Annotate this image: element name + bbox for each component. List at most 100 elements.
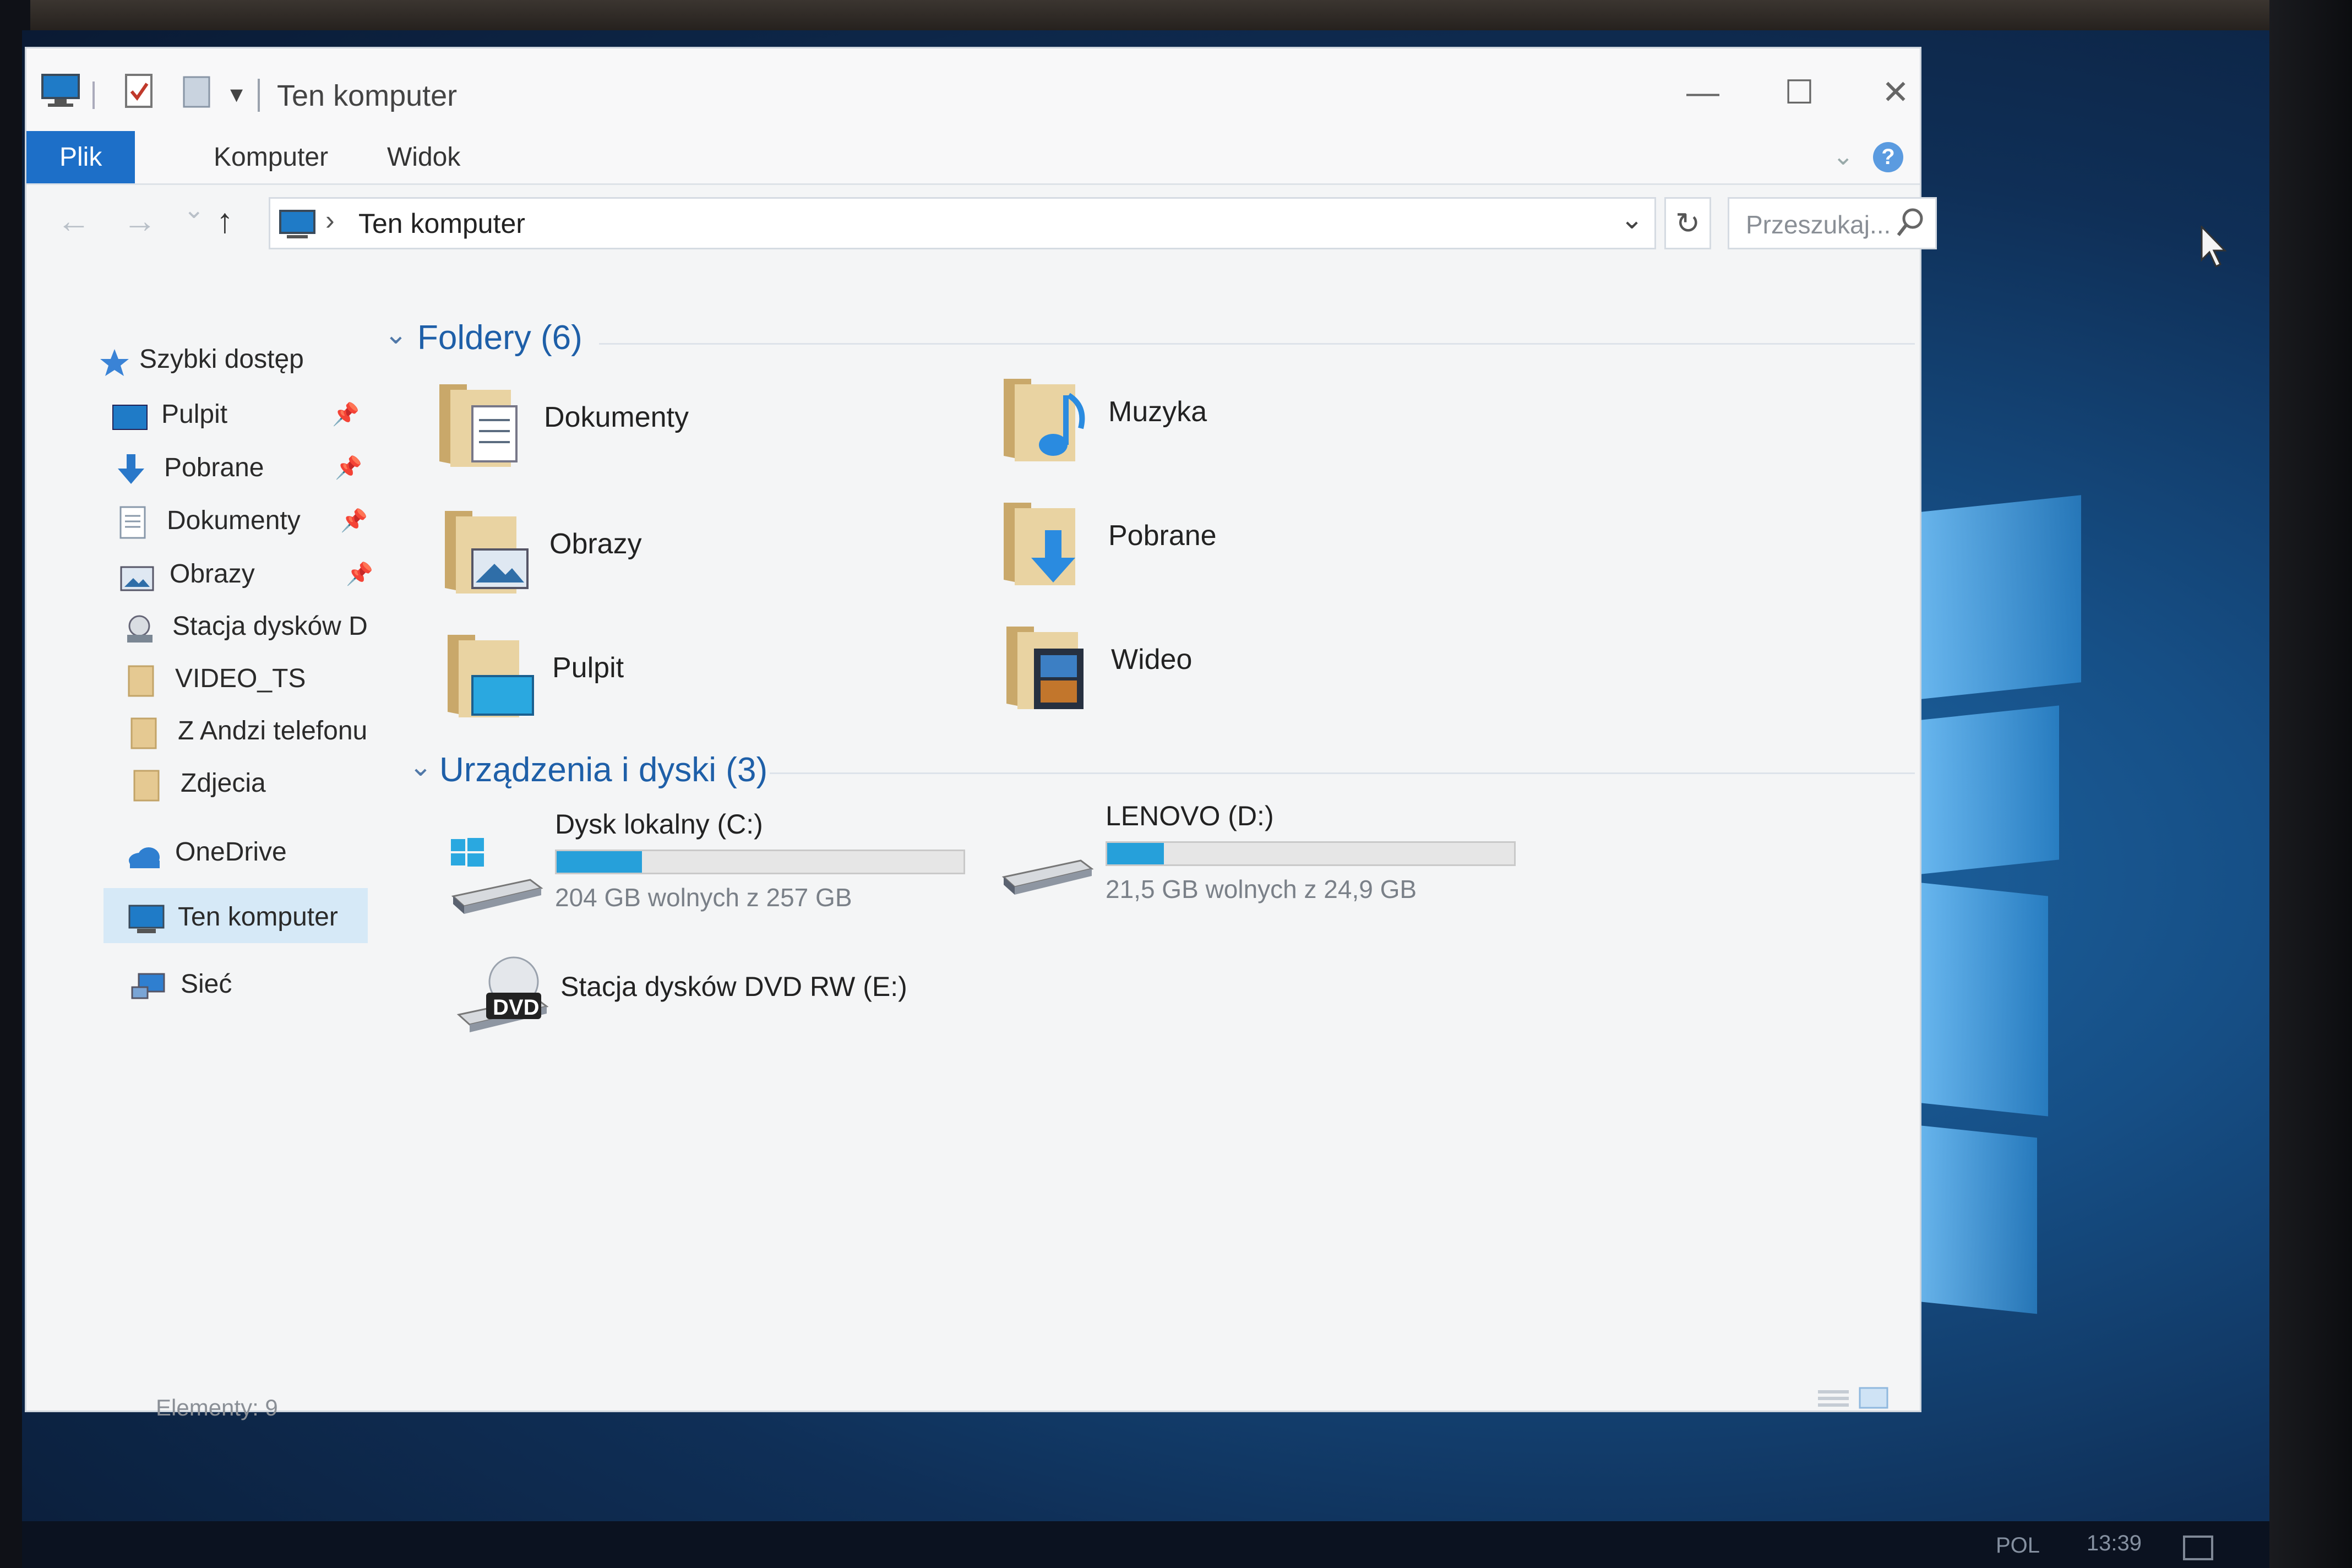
- folder-tile-pulpit[interactable]: Pulpit: [442, 624, 965, 734]
- tab-plik[interactable]: Plik: [26, 131, 135, 183]
- ribbon-tabs: Plik Komputer Widok ⌄ ?: [26, 131, 1920, 185]
- sidebar-item-dokumenty[interactable]: Dokumenty 📌: [117, 496, 382, 546]
- folder-tile-obrazy[interactable]: Obrazy: [439, 500, 962, 610]
- window-title: Ten komputer: [277, 79, 458, 112]
- video-folder-icon: [1001, 616, 1100, 715]
- downloads-folder-icon: [998, 492, 1097, 591]
- tab-widok[interactable]: Widok: [354, 131, 493, 183]
- monitor-bezel-right: [2269, 0, 2352, 1568]
- sidebar-item-label: Szybki dostęp: [139, 345, 304, 374]
- folder-tile-muzyka[interactable]: Muzyka: [998, 368, 1521, 478]
- folder-label: Dokumenty: [544, 401, 689, 433]
- drive-tile-e[interactable]: DVD Stacja dysków DVD RW (E:): [453, 954, 1004, 1075]
- collapse-devices-icon[interactable]: ⌄: [409, 750, 432, 782]
- sidebar-item-pobrane[interactable]: Pobrane 📌: [115, 443, 373, 493]
- sidebar-item-ten-komputer[interactable]: Ten komputer: [128, 892, 371, 942]
- download-icon: [115, 453, 148, 484]
- drive-label: Dysk lokalny (C:): [555, 809, 763, 840]
- forward-button[interactable]: →: [123, 202, 157, 241]
- properties-icon[interactable]: [123, 72, 156, 113]
- breadcrumb-chevron-icon[interactable]: ›: [325, 204, 335, 236]
- drive-label: LENOVO (D:): [1106, 801, 1274, 831]
- details-view-icon: [1818, 1390, 1849, 1407]
- sidebar-item-label: Ten komputer: [178, 902, 338, 932]
- pin-icon[interactable]: 📌: [332, 390, 360, 439]
- folder-tile-dokumenty[interactable]: Dokumenty: [434, 373, 957, 483]
- sidebar-item-label: Z Andzi telefonu: [178, 716, 368, 745]
- view-toggle-icons[interactable]: [1816, 1384, 1893, 1414]
- refresh-button[interactable]: ↻: [1664, 197, 1711, 249]
- sidebar-item-label: Obrazy: [170, 559, 255, 589]
- breadcrumb-ten-komputer[interactable]: Ten komputer: [358, 208, 525, 239]
- desktop-icon: [112, 400, 148, 430]
- pictures-folder-icon: [439, 500, 538, 599]
- computer-icon[interactable]: [40, 72, 81, 113]
- content-area: ⌄ Foldery (6) Dokumenty Muzyka Obrazy Po…: [379, 266, 1920, 1367]
- expand-ribbon-icon[interactable]: ⌄: [1832, 141, 1854, 171]
- folder-label: Pulpit: [552, 652, 624, 684]
- folder-label: Pobrane: [1108, 520, 1217, 552]
- action-center-icon[interactable]: [2183, 1536, 2213, 1560]
- drive-label: Stacja dysków DVD RW (E:): [560, 971, 907, 1002]
- sidebar-item-label: Stacja dysków D: [172, 612, 368, 641]
- sidebar-item-stacja-dyskow[interactable]: Stacja dysków D: [123, 602, 387, 651]
- maximize-button[interactable]: ☐: [1766, 70, 1832, 115]
- network-icon: [131, 970, 165, 999]
- computer-icon: [278, 209, 317, 244]
- customize-toolbar-icon[interactable]: ▾: [230, 79, 243, 108]
- wallpaper-pane: [1916, 882, 2048, 1117]
- new-folder-icon[interactable]: [181, 72, 214, 113]
- pin-icon[interactable]: 📌: [340, 496, 368, 546]
- dvd-badge: DVD: [493, 995, 540, 1020]
- usb-drive-icon: [998, 827, 1097, 910]
- sidebar-item-onedrive[interactable]: OneDrive: [126, 827, 368, 877]
- language-indicator[interactable]: POL: [1996, 1533, 2040, 1558]
- pin-icon[interactable]: 📌: [335, 443, 362, 493]
- large-icons-view-icon: [1859, 1387, 1888, 1409]
- help-icon[interactable]: ?: [1873, 142, 1903, 172]
- folder-tile-pobrane[interactable]: Pobrane: [998, 492, 1521, 602]
- sidebar-item-label: Dokumenty: [167, 506, 301, 535]
- close-button[interactable]: ✕: [1863, 70, 1929, 115]
- title-separator: [258, 79, 260, 112]
- up-button[interactable]: ↑: [216, 202, 233, 241]
- drive-free-space: 204 GB wolnych z 257 GB: [555, 883, 852, 912]
- drive-tile-c[interactable]: Dysk lokalny (C:) 204 GB wolnych z 257 G…: [448, 808, 998, 929]
- folder-label: Wideo: [1111, 644, 1193, 676]
- navigation-pane: Szybki dostęp Pulpit 📌 Pobrane 📌 Dokumen…: [26, 266, 379, 1400]
- back-button[interactable]: ←: [57, 202, 91, 241]
- pin-icon[interactable]: 📌: [346, 549, 373, 599]
- sidebar-item-label: Pulpit: [161, 400, 228, 429]
- sidebar-item-siec[interactable]: Sieć: [131, 960, 362, 1009]
- address-dropdown-icon[interactable]: ⌄: [1620, 203, 1643, 235]
- file-explorer-window: ▾ Ten komputer — ☐ ✕ Plik Komputer Widok…: [25, 47, 1937, 1420]
- address-bar[interactable]: › Ten komputer ⌄: [269, 197, 1656, 249]
- clock[interactable]: 13:39: [2087, 1531, 2142, 1556]
- windows-drive-icon: [448, 836, 547, 918]
- sidebar-item-obrazy[interactable]: Obrazy 📌: [120, 549, 384, 599]
- sidebar-item-z-andzi-telefonu[interactable]: Z Andzi telefonu: [128, 706, 387, 756]
- drive-usage-bar: [1106, 841, 1516, 866]
- wallpaper-pane: [1916, 1125, 2037, 1314]
- tab-komputer[interactable]: Komputer: [181, 131, 361, 183]
- drive-tile-d[interactable]: LENOVO (D:) 21,5 GB wolnych z 24,9 GB: [998, 800, 1549, 921]
- desktop-background: POL 13:39 ▾ Ten komputer — ☐ ✕ Plik Komp…: [22, 30, 2271, 1568]
- star-icon: [98, 345, 131, 376]
- documents-folder-icon: [434, 373, 533, 472]
- folder-tile-wideo[interactable]: Wideo: [1001, 616, 1524, 726]
- folder-icon: [126, 664, 159, 697]
- collapse-folders-icon[interactable]: ⌄: [384, 318, 407, 350]
- folders-group-header[interactable]: Foldery (6): [417, 318, 582, 357]
- sidebar-item-zdjecia[interactable]: Zdjecia: [131, 759, 373, 808]
- minimize-button[interactable]: —: [1670, 70, 1736, 115]
- search-icon: [1895, 206, 1925, 242]
- search-input[interactable]: Przeszukaj...: [1728, 197, 1937, 249]
- drive-usage-fill: [1107, 843, 1164, 864]
- recent-locations-button[interactable]: ⌄: [183, 194, 205, 224]
- devices-group-header[interactable]: Urządzenia i dyski (3): [439, 750, 767, 790]
- sidebar-item-pulpit[interactable]: Pulpit 📌: [112, 390, 371, 439]
- folder-icon: [131, 769, 164, 802]
- sidebar-item-szybki-dostep[interactable]: Szybki dostęp: [98, 335, 362, 384]
- folder-label: Obrazy: [549, 528, 642, 560]
- sidebar-item-video-ts[interactable]: VIDEO_TS: [126, 654, 384, 704]
